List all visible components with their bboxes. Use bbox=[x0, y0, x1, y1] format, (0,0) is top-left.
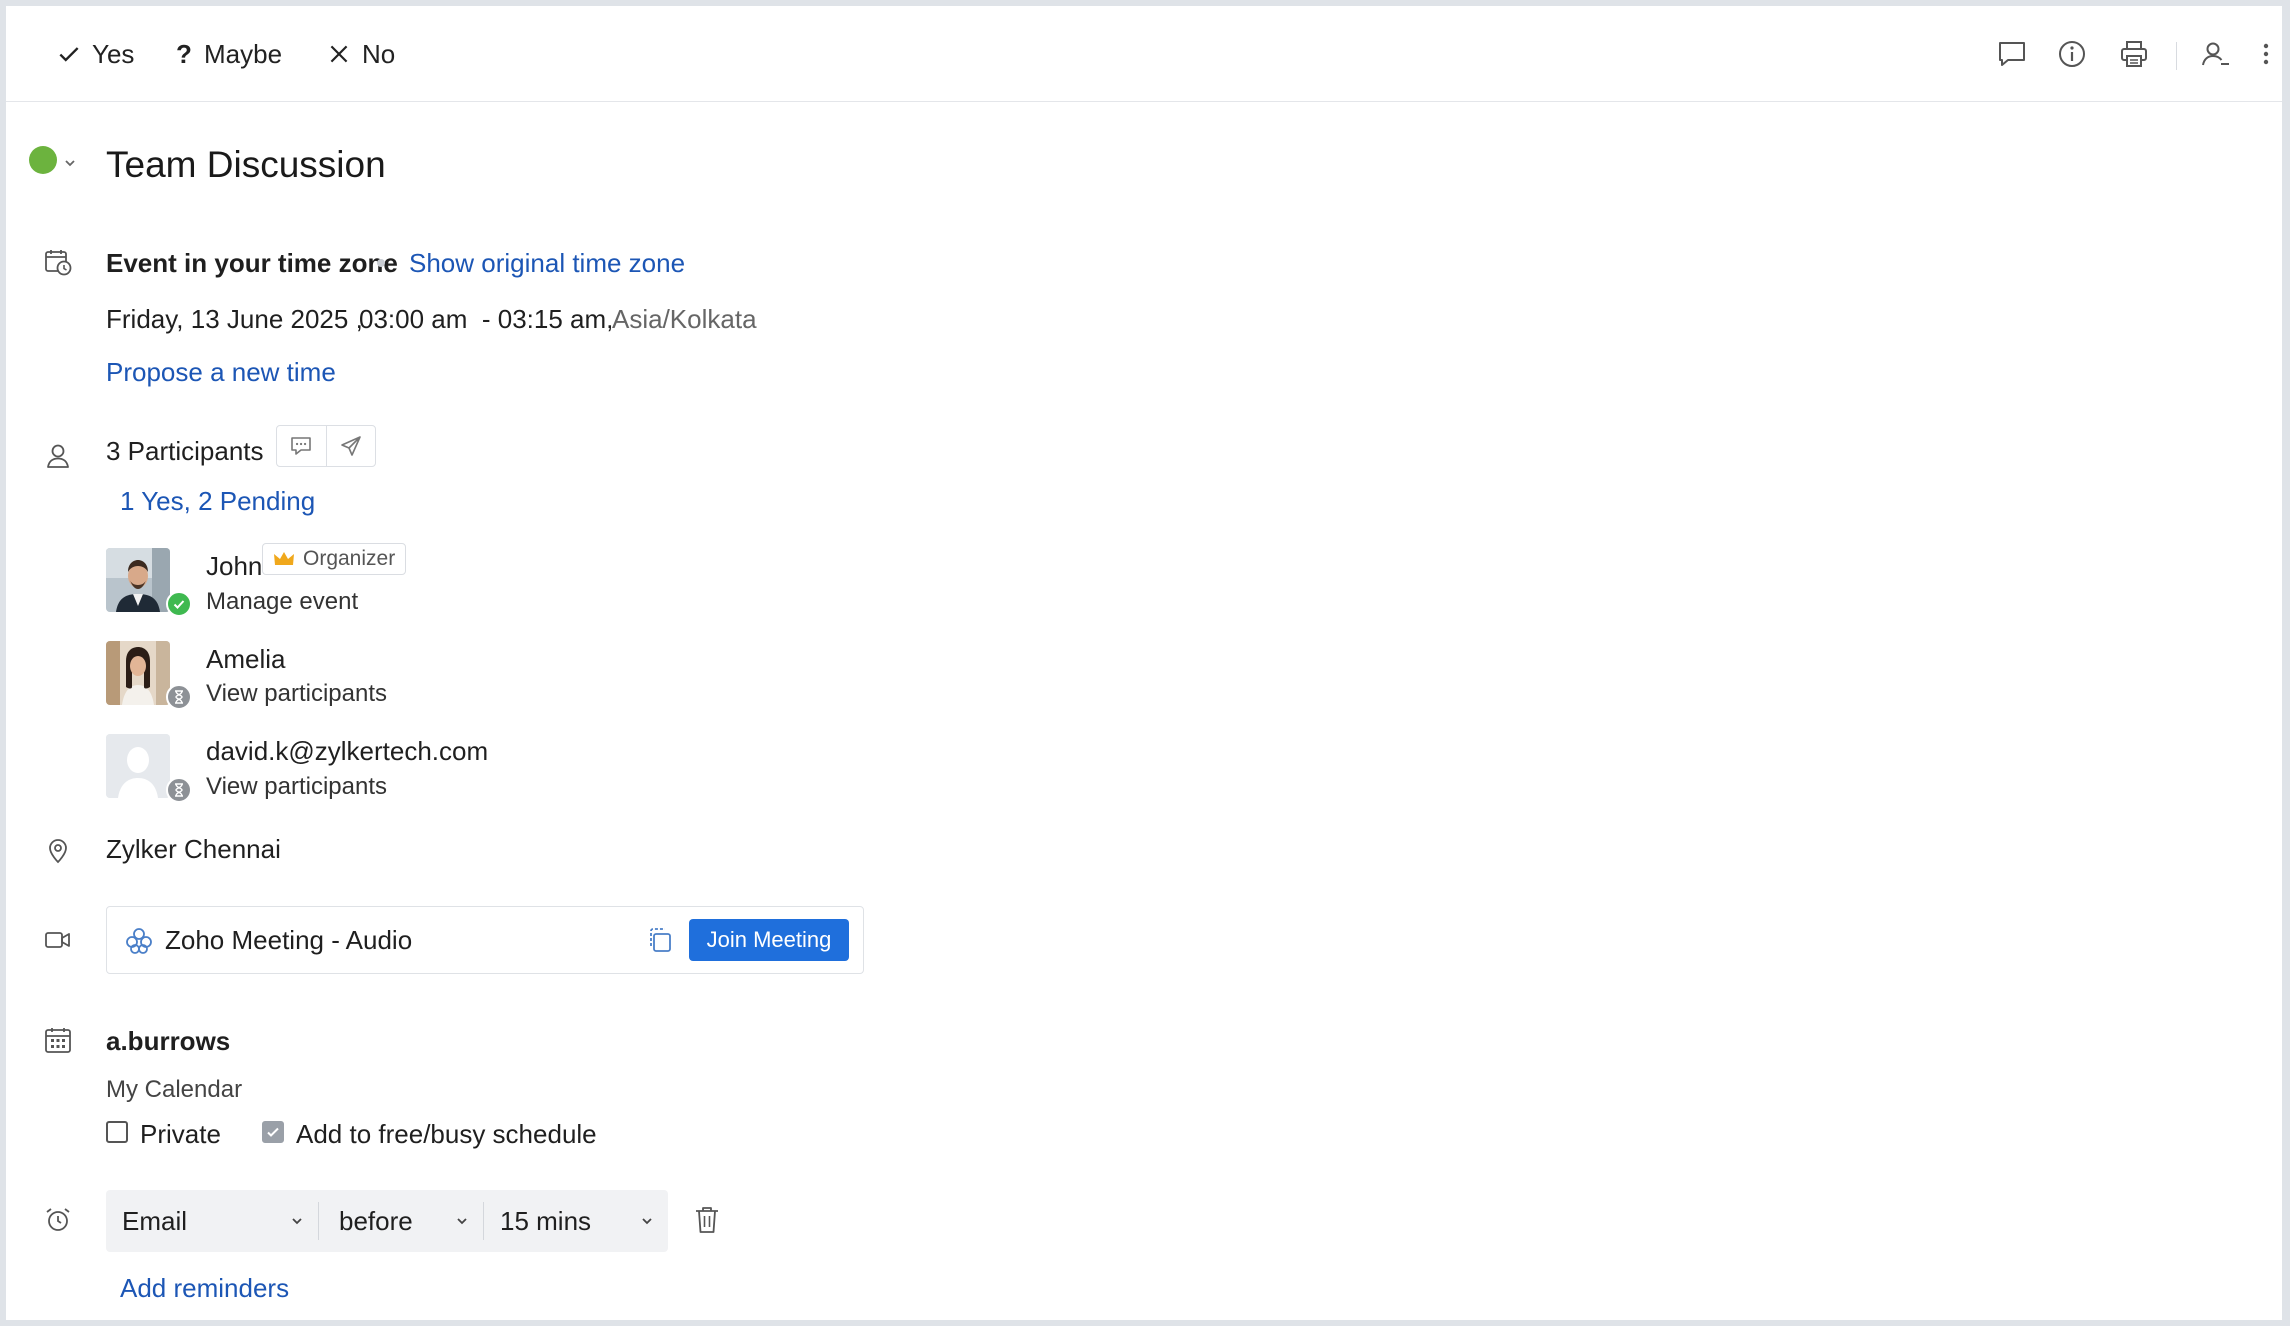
calendar-owner: a.burrows bbox=[106, 1026, 231, 1056]
reminder-duration-value: 15 mins bbox=[500, 1205, 592, 1236]
video-camera-icon bbox=[40, 922, 76, 958]
rsvp-maybe-button[interactable]: ? Maybe bbox=[174, 6, 282, 102]
person-icon bbox=[40, 438, 76, 474]
meeting-card: Zoho Meeting - Audio Join Meeting bbox=[106, 906, 864, 974]
organizer-label: Organizer bbox=[303, 547, 396, 570]
send-icon bbox=[340, 436, 361, 456]
reminder-type-value: Email bbox=[122, 1205, 188, 1236]
reminder-when-value: before bbox=[339, 1205, 413, 1236]
chevron-down-icon bbox=[457, 1218, 467, 1225]
copy-icon[interactable] bbox=[645, 925, 675, 955]
event-location: Zylker Chennai bbox=[106, 834, 281, 864]
calendar-name: My Calendar bbox=[106, 1076, 243, 1103]
status-pending-badge bbox=[166, 777, 192, 803]
private-label: Private bbox=[140, 1119, 221, 1149]
check-icon bbox=[267, 1127, 279, 1137]
separator-dot bbox=[377, 259, 385, 267]
private-checkbox[interactable] bbox=[106, 1121, 128, 1143]
info-icon[interactable] bbox=[2054, 36, 2090, 72]
event-color-dot[interactable] bbox=[29, 146, 57, 174]
rsvp-yes-label: Yes bbox=[92, 38, 135, 69]
participant-actions bbox=[276, 425, 376, 467]
calendar-icon bbox=[40, 1022, 76, 1058]
propose-new-time-link[interactable]: Propose a new time bbox=[106, 357, 336, 388]
close-icon bbox=[330, 45, 348, 63]
check-icon bbox=[59, 47, 79, 62]
chat-participants-button[interactable] bbox=[277, 426, 326, 466]
more-icon[interactable] bbox=[2254, 36, 2278, 72]
hourglass-icon bbox=[175, 783, 183, 797]
toolbar-divider bbox=[2176, 42, 2177, 70]
comment-icon[interactable] bbox=[1994, 36, 2030, 72]
zoho-meeting-icon bbox=[126, 928, 152, 954]
event-title: Team Discussion bbox=[106, 144, 386, 185]
trash-icon[interactable] bbox=[692, 1204, 722, 1236]
reminder-type-select[interactable]: Email bbox=[106, 1190, 318, 1252]
reminder-when-select[interactable]: before bbox=[319, 1190, 483, 1252]
rsvp-yes-button[interactable]: Yes bbox=[56, 6, 134, 102]
user-menu-icon[interactable] bbox=[2198, 36, 2234, 72]
reminder-row: Email before 15 mins bbox=[106, 1190, 668, 1252]
timezone-heading: Event in your time zone bbox=[106, 248, 398, 278]
event-timezone: Asia/Kolkata bbox=[612, 304, 757, 334]
meeting-name: Zoho Meeting - Audio bbox=[165, 925, 413, 955]
rsvp-maybe-label: Maybe bbox=[204, 38, 283, 69]
send-to-participants-button[interactable] bbox=[325, 426, 376, 466]
status-pending-badge bbox=[166, 684, 192, 710]
rsvp-no-button[interactable]: No bbox=[326, 6, 395, 102]
freebusy-checkbox[interactable] bbox=[262, 1121, 284, 1143]
print-icon[interactable] bbox=[2116, 36, 2152, 72]
chat-icon bbox=[291, 437, 312, 455]
status-yes-badge bbox=[166, 591, 192, 617]
organizer-badge: Organizer bbox=[262, 543, 407, 575]
reminder-duration-select[interactable]: 15 mins bbox=[484, 1190, 668, 1252]
participant-name: david.k@zylkertech.com bbox=[206, 736, 489, 766]
event-date: Friday, 13 June 2025 , bbox=[106, 304, 363, 334]
add-reminders-link[interactable]: Add reminders bbox=[120, 1273, 289, 1304]
show-original-timezone-link[interactable]: Show original time zone bbox=[409, 248, 685, 279]
rsvp-no-label: No bbox=[362, 38, 396, 69]
join-meeting-button[interactable]: Join Meeting bbox=[689, 919, 849, 961]
event-time-range: 03:00 am - 03:15 am, bbox=[359, 304, 614, 334]
participants-heading: 3 Participants bbox=[106, 436, 264, 466]
event-details-panel: Yes ? Maybe No Team Discussion Event in … bbox=[6, 6, 2282, 1320]
participant-name: Amelia bbox=[206, 644, 286, 674]
view-participants-link[interactable]: View participants bbox=[206, 680, 387, 708]
question-icon: ? bbox=[176, 38, 192, 69]
chevron-down-icon bbox=[642, 1218, 652, 1225]
calendar-clock-icon bbox=[40, 244, 76, 280]
check-icon bbox=[173, 600, 185, 609]
freebusy-label: Add to free/busy schedule bbox=[296, 1119, 597, 1149]
avatar-john bbox=[106, 548, 170, 612]
rsvp-summary-link[interactable]: 1 Yes, 2 Pending bbox=[120, 486, 315, 517]
hourglass-icon bbox=[175, 690, 183, 704]
chevron-down-icon bbox=[292, 1218, 302, 1225]
avatar-placeholder bbox=[106, 734, 170, 798]
location-pin-icon bbox=[40, 832, 76, 868]
alarm-clock-icon bbox=[40, 1202, 76, 1238]
chevron-down-icon[interactable] bbox=[63, 156, 77, 170]
view-participants-link[interactable]: View participants bbox=[206, 773, 387, 801]
crown-icon bbox=[274, 552, 294, 565]
manage-event-link[interactable]: Manage event bbox=[206, 588, 358, 616]
participant-name: John bbox=[206, 551, 263, 581]
avatar-amelia bbox=[106, 641, 170, 705]
top-toolbar: Yes ? Maybe No bbox=[6, 6, 2282, 102]
